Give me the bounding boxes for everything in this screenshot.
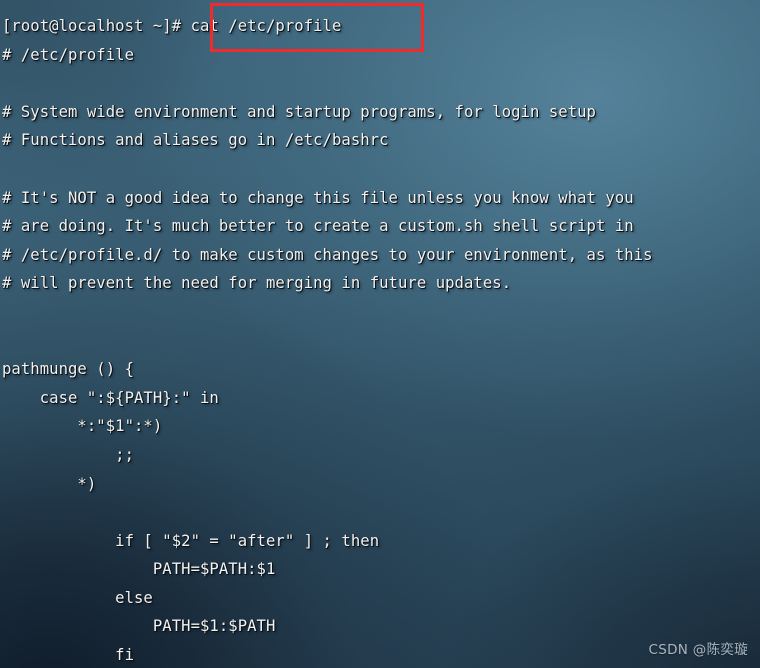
terminal-line: fi — [2, 646, 134, 665]
terminal-line: # Functions and aliases go in /etc/bashr… — [2, 131, 389, 150]
terminal-line: else — [2, 588, 153, 607]
terminal-line: # /etc/profile — [2, 45, 134, 64]
terminal-line: if [ "$2" = "after" ] ; then — [2, 531, 380, 550]
terminal-output[interactable]: [root@localhost ~]# ca[root@localhost ~]… — [0, 0, 760, 668]
terminal-line: pathmunge () { — [2, 360, 134, 379]
terminal-line: PATH=$1:$PATH — [2, 617, 276, 636]
terminal-line: PATH=$PATH:$1 — [2, 560, 276, 579]
terminal-line: *:"$1":*) — [2, 417, 163, 436]
terminal-line: *) — [2, 474, 97, 493]
terminal-line: # System wide environment and startup pr… — [2, 102, 596, 121]
terminal-line: # It's NOT a good idea to change this fi… — [2, 188, 634, 207]
csdn-watermark: CSDN @陈奕璇 — [648, 642, 748, 658]
terminal-line: # will prevent the need for merging in f… — [2, 274, 512, 293]
terminal-line: # are doing. It's much better to create … — [2, 217, 634, 236]
terminal-line: [root@localhost ~]# cat /etc/profile — [2, 17, 342, 35]
terminal-line: # /etc/profile.d/ to make custom changes… — [2, 245, 653, 264]
terminal-window: [root@localhost ~]# ca[root@localhost ~]… — [0, 0, 760, 668]
terminal-line: ;; — [2, 445, 134, 464]
terminal-line: case ":${PATH}:" in — [2, 388, 219, 407]
